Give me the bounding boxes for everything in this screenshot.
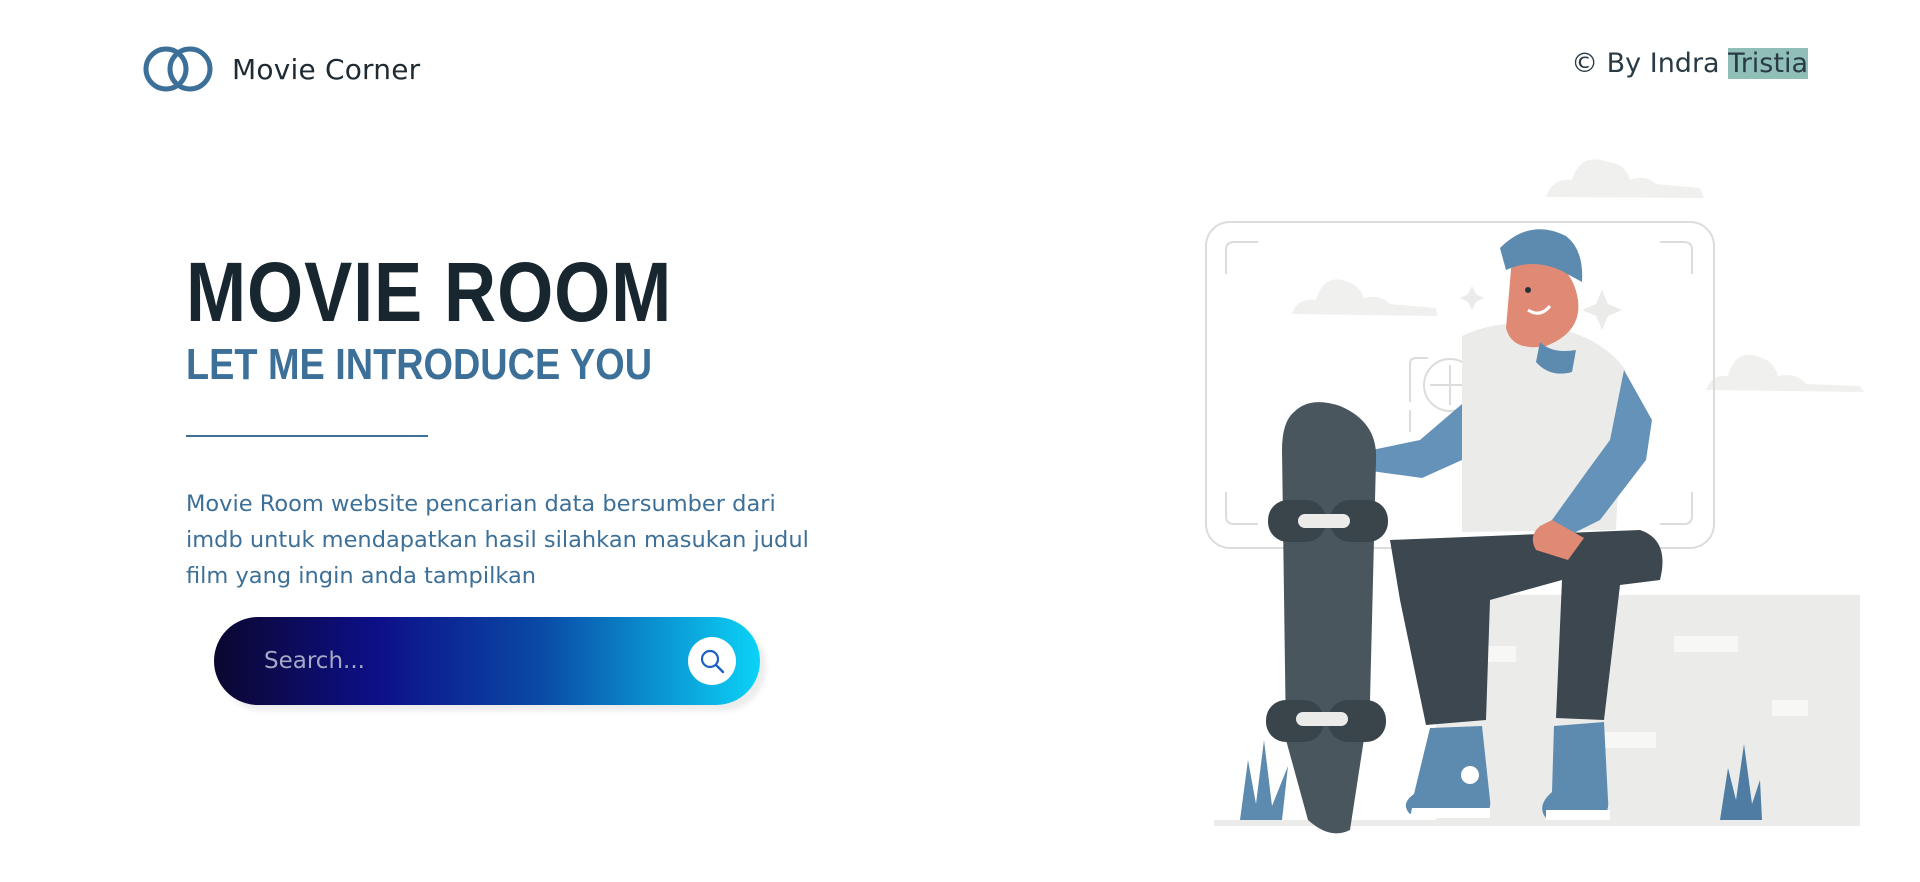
search-button[interactable] bbox=[688, 637, 736, 685]
author-credit: © By Indra Tristia bbox=[1571, 48, 1808, 79]
divider bbox=[186, 435, 428, 437]
skater-with-skateboard-illustration bbox=[1205, 159, 1864, 834]
intro-description: Movie Room website pencarian data bersum… bbox=[186, 491, 809, 589]
interlocking-rings-icon bbox=[143, 46, 213, 92]
credit-prefix: © By Indra bbox=[1571, 48, 1729, 79]
page-subtitle: LET ME INTRODUCE YOU bbox=[186, 340, 653, 389]
search-input[interactable] bbox=[262, 640, 666, 682]
credit-highlight: Tristia bbox=[1728, 48, 1808, 79]
page-title: MOVIE ROOM bbox=[186, 245, 673, 339]
brand-name[interactable]: Movie Corner bbox=[232, 53, 420, 86]
search-icon bbox=[700, 649, 725, 674]
header: Movie Corner bbox=[142, 44, 420, 94]
search-bar bbox=[214, 617, 760, 705]
